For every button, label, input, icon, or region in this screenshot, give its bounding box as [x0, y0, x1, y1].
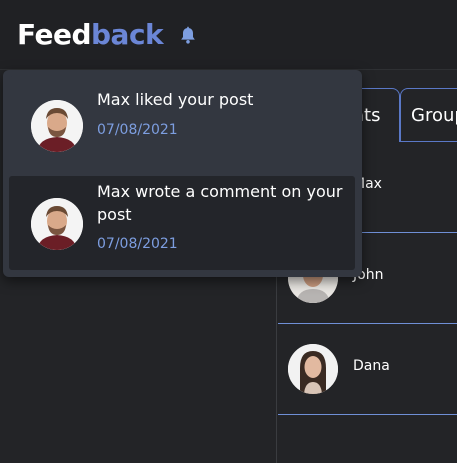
notification-text: Max wrote a comment on your post [97, 182, 343, 224]
notification-text: Max liked your post [97, 90, 254, 109]
notification-avatar [31, 198, 83, 250]
logo-part-back: back [91, 18, 164, 51]
avatar-dana [288, 344, 338, 394]
chat-name: Dana [353, 358, 390, 374]
notification-item[interactable]: Max wrote a comment on your post 07/08/2… [9, 176, 355, 270]
tab-groups[interactable]: Groups [400, 88, 457, 142]
notifications-dropdown: Max liked your post 07/08/2021 Max wrote… [3, 70, 362, 277]
app-logo[interactable]: Feedback [17, 17, 164, 53]
logo-part-feed: Feed [17, 18, 92, 51]
notification-avatar [31, 100, 83, 152]
app-header: Feedback [0, 0, 457, 70]
notification-date: 07/08/2021 [97, 236, 178, 252]
notification-item[interactable]: Max liked your post 07/08/2021 [9, 76, 355, 172]
bell-icon[interactable] [178, 26, 198, 46]
chat-row-dana[interactable]: Dana [278, 324, 457, 415]
notification-date: 07/08/2021 [97, 122, 178, 138]
